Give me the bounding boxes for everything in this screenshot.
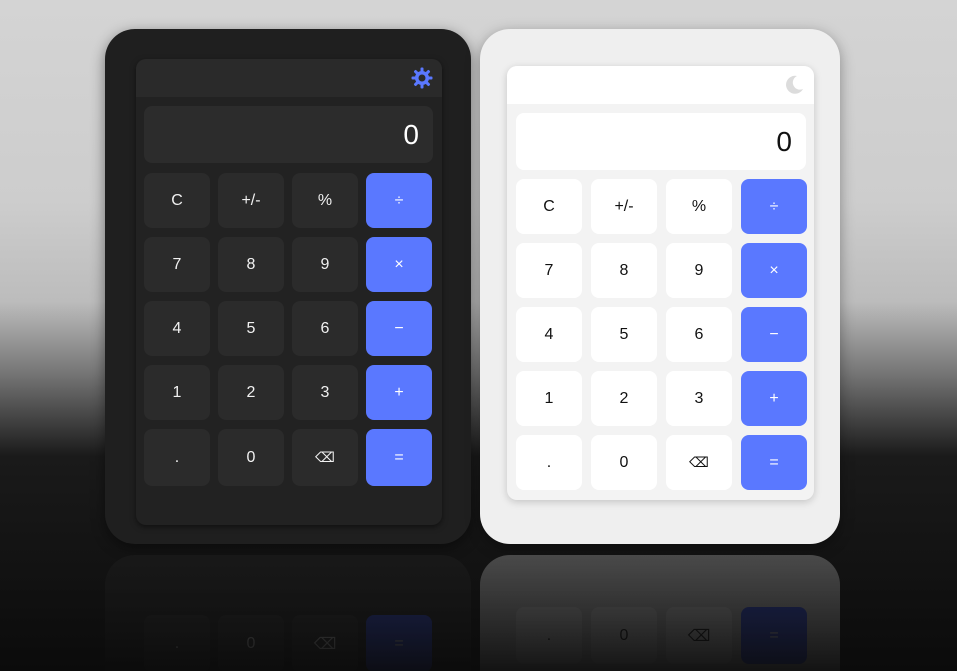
digit-9-button[interactable]: 9: [666, 243, 732, 298]
percent-button[interactable]: %: [292, 173, 358, 228]
digit-3-button[interactable]: 3: [666, 371, 732, 426]
digit-9-button[interactable]: 9: [292, 237, 358, 292]
light-calculator-header: [507, 66, 814, 104]
keypad: C +/-% ÷ 7 8 9 × 4 5 6− 1 2 3 +. 0 ⌫ =: [144, 173, 432, 486]
light-calculator: 0 C +/-% ÷ 7 8 9 × 4 5 6−1 2 3 +. 0 ⌫ =: [507, 66, 814, 500]
subtract-button[interactable]: −: [741, 307, 807, 362]
digit-7-button[interactable]: 7: [516, 243, 582, 298]
gear-icon[interactable]: [410, 66, 434, 90]
backspace-button[interactable]: ⌫: [666, 435, 732, 490]
digit-6-button[interactable]: 6: [292, 301, 358, 356]
keypad: C +/-% ÷ 7 8 9 × 4 5 6− 1 2 3 +. 0 ⌫ =: [516, 179, 807, 490]
calculator-display: 0: [144, 106, 433, 163]
equals-button[interactable]: =: [741, 435, 807, 490]
digit-1-button[interactable]: 1: [516, 371, 582, 426]
sign-toggle-button[interactable]: +/-: [218, 173, 284, 228]
moon-icon[interactable]: [782, 73, 806, 97]
dark-calculator-header: [136, 59, 442, 97]
light-calculator-device: 0 C +/-% ÷ 7 8 9 × 4 5 6−1 2 3 +. 0 ⌫ =: [480, 29, 840, 544]
digit-8-button[interactable]: 8: [591, 243, 657, 298]
sign-toggle-button[interactable]: +/-: [591, 179, 657, 234]
decimal-button[interactable]: .: [516, 435, 582, 490]
digit-4-button[interactable]: 4: [144, 301, 210, 356]
add-button[interactable]: +: [366, 365, 432, 420]
add-button[interactable]: +: [741, 371, 807, 426]
dark-calculator: 0 C +/-% ÷ 7 8 9 × 4 5 6−1 2 3 +. 0 ⌫ =: [136, 59, 442, 525]
digit-4-button[interactable]: 4: [516, 307, 582, 362]
reflection-fade: [480, 555, 840, 671]
digit-5-button[interactable]: 5: [591, 307, 657, 362]
digit-6-button[interactable]: 6: [666, 307, 732, 362]
equals-button[interactable]: =: [366, 429, 432, 486]
digit-2-button[interactable]: 2: [591, 371, 657, 426]
clear-button[interactable]: C: [516, 179, 582, 234]
light-calculator-reflection: . 0 ⌫ =: [480, 555, 840, 671]
digit-0-button[interactable]: 0: [218, 429, 284, 486]
digit-2-button[interactable]: 2: [218, 365, 284, 420]
digit-7-button[interactable]: 7: [144, 237, 210, 292]
subtract-button[interactable]: −: [366, 301, 432, 356]
backspace-button[interactable]: ⌫: [292, 429, 358, 486]
clear-button[interactable]: C: [144, 173, 210, 228]
multiply-button[interactable]: ×: [741, 243, 807, 298]
digit-1-button[interactable]: 1: [144, 365, 210, 420]
divide-button[interactable]: ÷: [741, 179, 807, 234]
dark-calculator-reflection: . 0 ⌫ =: [105, 555, 471, 671]
percent-button[interactable]: %: [666, 179, 732, 234]
decimal-button[interactable]: .: [144, 429, 210, 486]
digit-8-button[interactable]: 8: [218, 237, 284, 292]
multiply-button[interactable]: ×: [366, 237, 432, 292]
calculator-display: 0: [516, 113, 806, 170]
reflection-fade: [105, 555, 471, 671]
divide-button[interactable]: ÷: [366, 173, 432, 228]
digit-0-button[interactable]: 0: [591, 435, 657, 490]
dark-calculator-device: 0 C +/-% ÷ 7 8 9 × 4 5 6−1 2 3 +. 0 ⌫ =: [105, 29, 471, 544]
digit-5-button[interactable]: 5: [218, 301, 284, 356]
digit-3-button[interactable]: 3: [292, 365, 358, 420]
